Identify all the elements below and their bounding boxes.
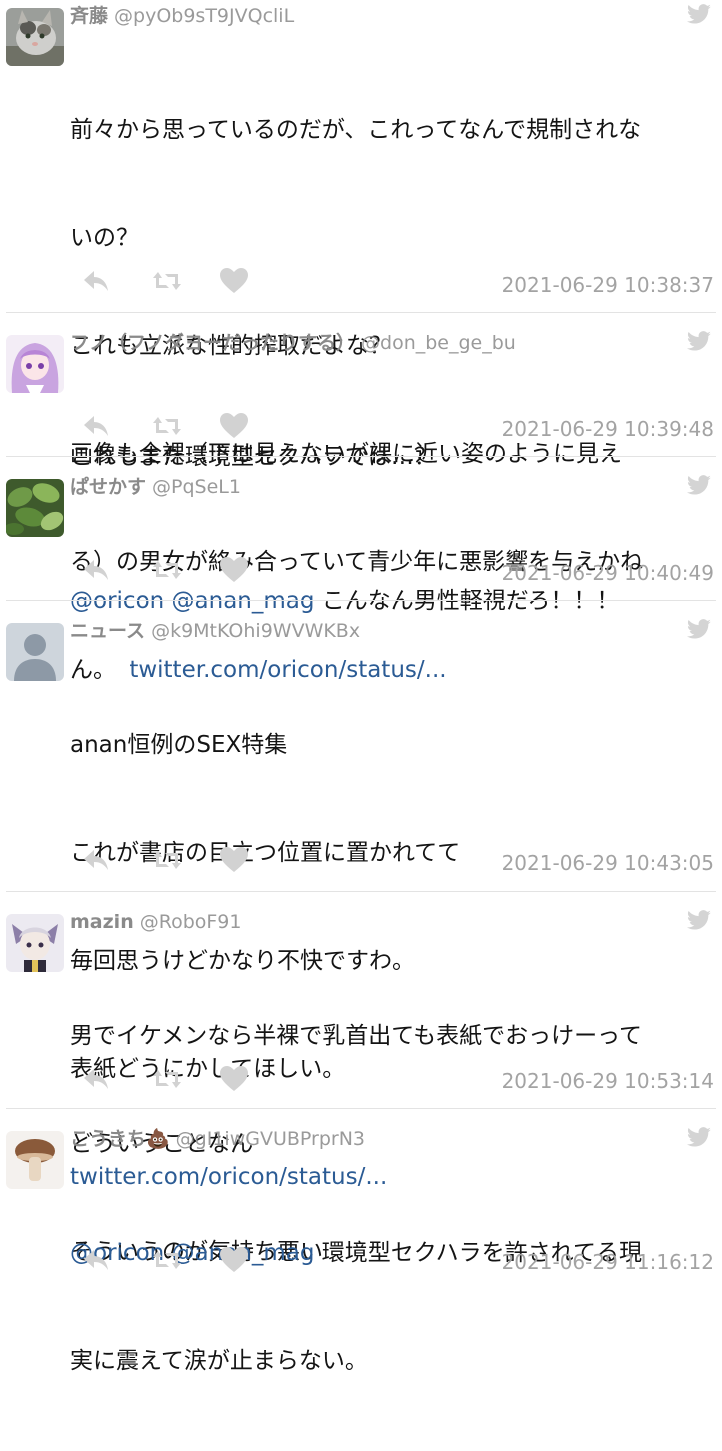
tweet-text-line: 前々から思っているのだが、これってなんで規制されな <box>70 117 642 143</box>
tweet-header: ぱせかす @PqSeL1 <box>70 475 241 499</box>
tweet-text-line: 男でイケメンなら半裸で乳首出ても表紙でおっけーって <box>70 1023 643 1049</box>
avatar[interactable] <box>6 335 64 393</box>
twitter-bird-icon <box>686 1127 711 1147</box>
avatar[interactable] <box>6 479 64 537</box>
user-handle[interactable]: @gI1iwGVUBPrprN3 <box>176 1128 365 1150</box>
tweet-item: こうきち💩@gI1iwGVUBPrprN3 @oricon @anan_mag … <box>0 1109 722 1374</box>
twitter-bird-icon <box>686 475 711 495</box>
like-heart-icon[interactable] <box>220 1247 248 1273</box>
tweet-header: 斉藤 @pyOb9sT9JVQcliL <box>70 4 294 28</box>
tweet-timestamp: 2021-06-29 10:53:14 <box>501 1069 714 1093</box>
tweet-header: ニュース @k9MtKOhi9WVWKBx <box>70 619 360 643</box>
tweet-item: ニュース @k9MtKOhi9WVWKBx anan恒例のSEX特集 これが書店の… <box>0 601 722 1190</box>
display-name[interactable]: フノ（フノダヨーだったりする） <box>70 332 355 354</box>
tweet-item: フノ（フノダヨーだったりする） @don_be_ge_bu これもまた環境型セクハ… <box>0 313 722 470</box>
display-name[interactable]: mazin <box>70 911 134 933</box>
tweet-timestamp: 2021-06-29 10:43:05 <box>501 851 714 875</box>
tweet-text-line: いの？ <box>70 225 139 251</box>
avatar[interactable] <box>6 914 64 972</box>
tweet-feed: 斉藤 @pyOb9sT9JVQcliL 前々から思っているのだが、これってなんで規… <box>0 0 722 1374</box>
reply-icon[interactable] <box>82 557 110 583</box>
like-heart-icon[interactable] <box>220 557 248 583</box>
tweet-item: ぱせかす @PqSeL1 @oricon @anan_mag こんなん男性軽視だろ… <box>0 457 722 614</box>
retweet-icon[interactable] <box>152 268 182 294</box>
tweet-timestamp: 2021-06-29 10:38:37 <box>501 273 714 297</box>
tweet-header: こうきち💩 @gI1iwGVUBPrprN3 <box>70 1127 365 1151</box>
display-name[interactable]: こうきち💩 <box>70 1128 170 1150</box>
user-handle[interactable]: @don_be_ge_bu <box>361 332 516 354</box>
display-name[interactable]: 斉藤 <box>70 5 108 27</box>
display-name[interactable]: ニュース <box>70 620 145 642</box>
tweet-item: 斉藤 @pyOb9sT9JVQcliL 前々から思っているのだが、これってなんで規… <box>0 0 722 683</box>
tweet-text-line: 実に震えて涙が止まらない。 <box>70 1348 368 1374</box>
user-handle[interactable]: @pyOb9sT9JVQcliL <box>114 5 294 27</box>
retweet-icon[interactable] <box>152 847 182 873</box>
user-handle[interactable]: @k9MtKOhi9WVWKBx <box>151 620 360 642</box>
like-heart-icon[interactable] <box>220 413 248 439</box>
reply-icon[interactable] <box>82 1066 110 1092</box>
avatar[interactable] <box>6 623 64 681</box>
avatar[interactable] <box>6 8 64 66</box>
retweet-icon[interactable] <box>152 1247 182 1273</box>
twitter-bird-icon <box>686 619 711 639</box>
like-heart-icon[interactable] <box>220 847 248 873</box>
tweet-item: mazin @RoboF91 男でイケメンなら半裸で乳首出ても表紙でおっけーって … <box>0 892 722 1265</box>
retweet-icon[interactable] <box>152 1066 182 1092</box>
like-heart-icon[interactable] <box>220 1066 248 1092</box>
tweet-timestamp: 2021-06-29 10:40:49 <box>501 561 714 585</box>
display-name[interactable]: ぱせかす <box>70 476 146 498</box>
reply-icon[interactable] <box>82 413 110 439</box>
avatar[interactable] <box>6 1131 64 1189</box>
tweet-header: フノ（フノダヨーだったりする） @don_be_ge_bu <box>70 331 516 355</box>
tweet-timestamp: 2021-06-29 11:16:12 <box>501 1250 714 1274</box>
reply-icon[interactable] <box>82 847 110 873</box>
retweet-icon[interactable] <box>152 413 182 439</box>
user-handle[interactable]: @PqSeL1 <box>152 476 241 498</box>
like-heart-icon[interactable] <box>220 268 248 294</box>
twitter-bird-icon <box>686 331 711 351</box>
twitter-bird-icon <box>686 4 711 24</box>
tweet-header: mazin @RoboF91 <box>70 910 241 934</box>
reply-icon[interactable] <box>82 268 110 294</box>
twitter-bird-icon <box>686 910 711 930</box>
tweet-timestamp: 2021-06-29 10:39:48 <box>501 417 714 441</box>
tweet-text: @oricon @anan_mag 環境型セクハラを許されてる現 実に震えて涙が… <box>70 1163 710 1451</box>
tweet-text-line: anan恒例のSEX特集 <box>70 732 288 758</box>
user-handle[interactable]: @RoboF91 <box>140 911 242 933</box>
reply-icon[interactable] <box>82 1247 110 1273</box>
retweet-icon[interactable] <box>152 557 182 583</box>
